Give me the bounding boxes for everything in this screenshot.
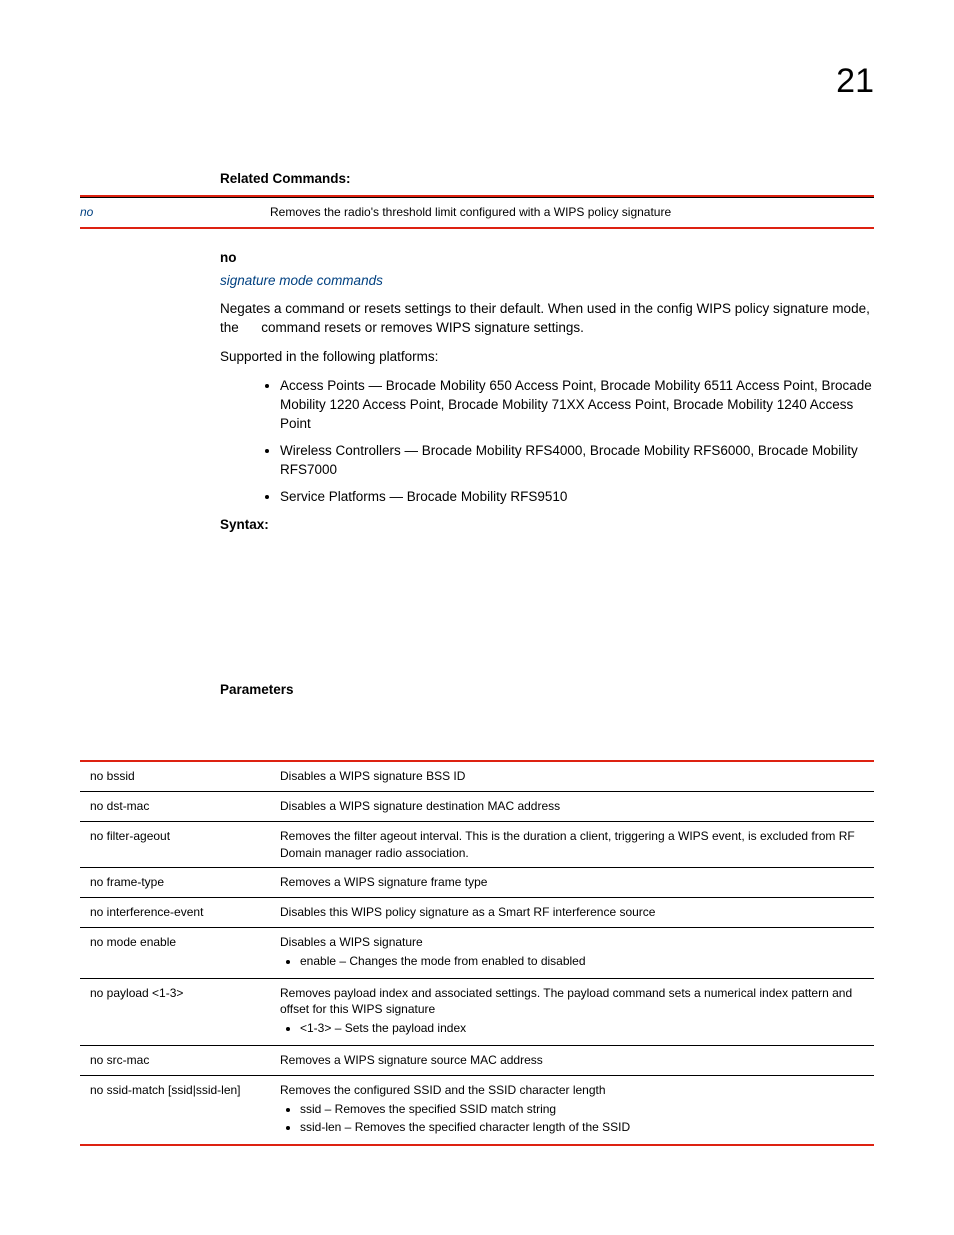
param-term: no frame-type xyxy=(80,868,270,898)
param-term: no interference-event xyxy=(80,898,270,928)
platform-item: Access Points — Brocade Mobility 650 Acc… xyxy=(280,377,874,434)
related-commands-table: noRemoves the radio's threshold limit co… xyxy=(80,195,874,229)
param-bullet: enable – Changes the mode from enabled t… xyxy=(300,953,864,970)
platform-item: Service Platforms — Brocade Mobility RFS… xyxy=(280,488,874,507)
parameters-table: no bssidDisables a WIPS signature BSS ID… xyxy=(80,760,874,1146)
related-command-term[interactable]: no xyxy=(80,197,270,227)
syntax-block xyxy=(220,541,874,681)
parameters-heading: Parameters xyxy=(220,681,874,700)
param-term: no src-mac xyxy=(80,1046,270,1076)
table-row: no mode enableDisables a WIPS signaturee… xyxy=(80,928,874,979)
param-desc: Disables a WIPS signature destination MA… xyxy=(270,792,874,822)
table-row: no filter-ageoutRemoves the filter ageou… xyxy=(80,821,874,868)
param-desc: Removes the configured SSID and the SSID… xyxy=(270,1075,874,1145)
signature-mode-link[interactable]: signature mode commands xyxy=(220,272,874,291)
table-row: no ssid-match [ssid|ssid-len]Removes the… xyxy=(80,1075,874,1145)
param-term: no bssid xyxy=(80,761,270,791)
param-bullet: ssid – Removes the specified SSID match … xyxy=(300,1101,864,1118)
param-bullet: <1-3> – Sets the payload index xyxy=(300,1020,864,1037)
no-description-2: Supported in the following platforms: xyxy=(220,348,874,367)
param-desc: Disables this WIPS policy signature as a… xyxy=(270,898,874,928)
param-bullet: ssid-len – Removes the specified charact… xyxy=(300,1119,864,1136)
no-heading: no xyxy=(220,249,874,268)
syntax-heading: Syntax: xyxy=(220,516,874,535)
param-desc: Removes the filter ageout interval. This… xyxy=(270,821,874,868)
related-commands-heading: Related Commands: xyxy=(220,170,874,189)
table-row: no frame-typeRemoves a WIPS signature fr… xyxy=(80,868,874,898)
table-row: no src-macRemoves a WIPS signature sourc… xyxy=(80,1046,874,1076)
param-desc: Removes a WIPS signature frame type xyxy=(270,868,874,898)
param-term: no payload <1-3> xyxy=(80,978,270,1045)
param-desc: Disables a WIPS signatureenable – Change… xyxy=(270,928,874,979)
platform-list: Access Points — Brocade Mobility 650 Acc… xyxy=(280,377,874,506)
param-term: no mode enable xyxy=(80,928,270,979)
param-desc: Removes a WIPS signature source MAC addr… xyxy=(270,1046,874,1076)
param-desc: Removes payload index and associated set… xyxy=(270,978,874,1045)
chapter-number: 21 xyxy=(836,58,874,106)
related-command-desc: Removes the radio's threshold limit conf… xyxy=(270,197,874,227)
platform-item: Wireless Controllers — Brocade Mobility … xyxy=(280,442,874,480)
table-row: no bssidDisables a WIPS signature BSS ID xyxy=(80,761,874,791)
table-row: no payload <1-3>Removes payload index an… xyxy=(80,978,874,1045)
table-row: no dst-macDisables a WIPS signature dest… xyxy=(80,792,874,822)
no-description-1: Negates a command or resets settings to … xyxy=(220,300,874,338)
param-term: no ssid-match [ssid|ssid-len] xyxy=(80,1075,270,1145)
page: 21 Related Commands: noRemoves the radio… xyxy=(0,0,954,1235)
param-term: no filter-ageout xyxy=(80,821,270,868)
param-term: no dst-mac xyxy=(80,792,270,822)
param-desc: Disables a WIPS signature BSS ID xyxy=(270,761,874,791)
content-area: Related Commands: no Removes the radio's … xyxy=(220,170,874,1146)
table-row: no interference-eventDisables this WIPS … xyxy=(80,898,874,928)
